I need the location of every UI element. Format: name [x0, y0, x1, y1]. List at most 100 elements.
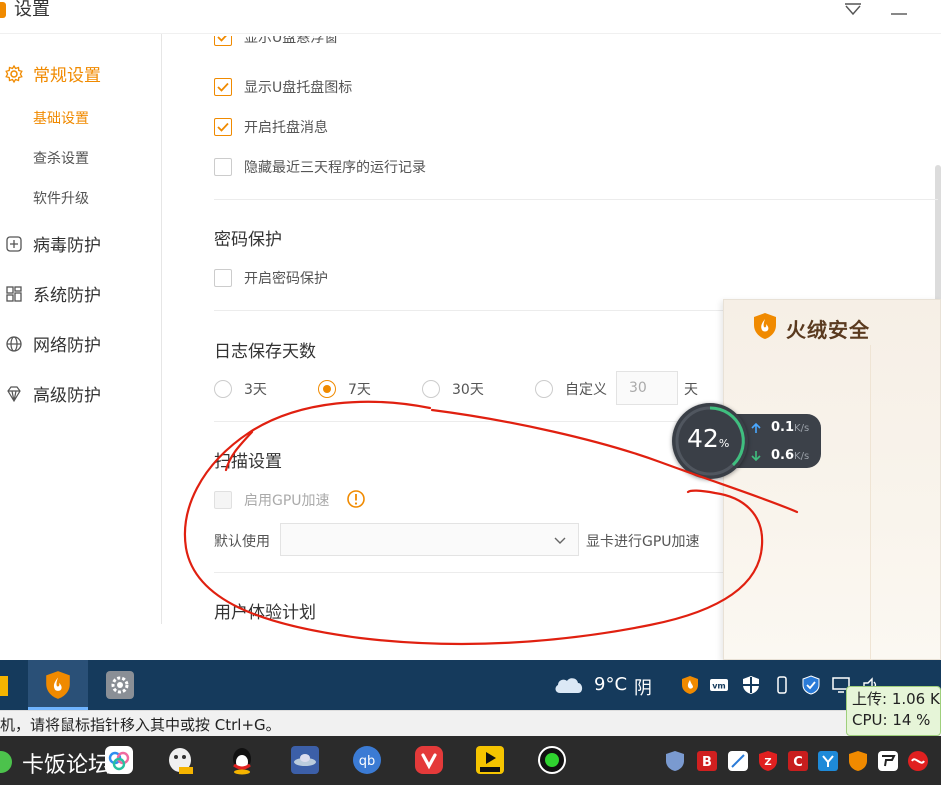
chevron-down-icon — [554, 537, 566, 544]
b-red-tray-icon[interactable]: B — [696, 750, 718, 772]
gpu-suffix-label: 显卡进行GPU加速 — [586, 534, 700, 550]
radio-label: 3天 — [244, 382, 267, 398]
checkbox-tray-message[interactable]: 开启托盘消息 — [214, 117, 328, 137]
globe-icon — [6, 335, 22, 352]
forum-label[interactable]: 卡饭论坛 — [22, 747, 110, 779]
checkbox-box[interactable] — [214, 36, 232, 46]
upload-rate-label: 上传: 1.06 K — [852, 690, 940, 708]
dropdown-menu-icon[interactable] — [838, 0, 868, 22]
svg-text:Z: Z — [764, 757, 771, 768]
sidebar-item-network[interactable]: 网络防护 — [0, 331, 101, 356]
sidebar-item-system[interactable]: 系统防护 — [0, 281, 101, 306]
ufo-app-icon[interactable] — [290, 745, 320, 775]
vivaldi-browser-icon[interactable] — [414, 745, 444, 775]
checkbox-label: 开启密码保护 — [244, 271, 328, 287]
radio-label: 30天 — [452, 382, 484, 398]
custom-days-input[interactable]: 30 — [616, 371, 678, 405]
mouse-app-icon[interactable] — [165, 745, 195, 775]
taskbar-app-settings[interactable] — [92, 660, 152, 710]
taskbar-app-huorong[interactable] — [28, 660, 88, 710]
gpu-select[interactable] — [280, 523, 579, 556]
default-gpu-label: 默认使用 — [214, 534, 270, 550]
sidebar-item-label: 系统防护 — [33, 286, 101, 306]
sidebar-subitem-upgrade[interactable]: 软件升级 — [33, 188, 89, 208]
window-title: 设置 — [14, 0, 50, 20]
sidebar-item-general[interactable]: 常规设置 — [0, 61, 101, 86]
sidebar-subitem-scan[interactable]: 查杀设置 — [33, 148, 89, 168]
section-title-password: 密码保护 — [214, 230, 282, 250]
red-swirl-tray-icon[interactable] — [907, 750, 929, 772]
title-bar: 设置 — [0, 0, 941, 34]
minimize-icon[interactable] — [884, 0, 914, 22]
shield-check-tray-icon[interactable] — [801, 675, 821, 695]
checkbox-box[interactable] — [214, 118, 232, 136]
gear-icon — [5, 64, 23, 83]
checkbox-box[interactable] — [214, 491, 232, 509]
sidebar-subitem-basic[interactable]: 基础设置 — [33, 108, 89, 128]
app-logo-icon — [0, 2, 6, 18]
huorong-tray-icon[interactable] — [680, 675, 700, 695]
sidebar-item-label: 常规设置 — [33, 66, 101, 86]
hint-text: 机，请将鼠标指针移入其中或按 Ctrl+G。 — [0, 716, 281, 734]
radio-30days[interactable]: 30天 — [422, 379, 484, 399]
radio-dot[interactable] — [318, 380, 336, 398]
download-speed: 0.6K/s — [771, 448, 810, 463]
sidebar-item-advanced[interactable]: 高级防护 — [0, 381, 101, 406]
video-player-icon[interactable] — [475, 745, 505, 775]
sidebar-item-label: 网络防护 — [33, 336, 101, 356]
checkbox-box[interactable] — [214, 78, 232, 96]
qq-penguin-icon[interactable] — [227, 745, 257, 775]
radio-custom[interactable]: 自定义 — [535, 379, 607, 399]
sidebar-item-virus[interactable]: 病毒防护 — [0, 231, 101, 256]
radio-label: 自定义 — [565, 382, 607, 398]
usb-tray-icon[interactable] — [772, 675, 792, 695]
download-arrow-icon — [751, 451, 761, 462]
weather-temperature[interactable]: 9°C — [594, 674, 627, 695]
baidu-netdisk-icon[interactable] — [104, 745, 134, 775]
upload-arrow-icon — [751, 422, 761, 433]
qbittorrent-icon[interactable]: qb — [352, 745, 382, 775]
radio-dot[interactable] — [535, 380, 553, 398]
section-title-logs: 日志保存天数 — [214, 342, 316, 362]
warning-icon[interactable] — [346, 489, 366, 509]
svg-text:C: C — [793, 755, 803, 770]
promo-panel[interactable] — [723, 299, 941, 660]
checkbox-password[interactable]: 开启密码保护 — [214, 268, 328, 288]
section-divider — [214, 199, 938, 200]
plus-square-icon — [6, 235, 22, 252]
security-shield-tray-icon[interactable] — [741, 675, 761, 695]
green-record-icon[interactable] — [537, 745, 567, 775]
taskbar-app-partial[interactable] — [0, 660, 10, 710]
settings-gear-icon — [106, 671, 134, 699]
weather-condition[interactable]: 阴 — [634, 674, 652, 700]
c-red-tray-icon[interactable]: C — [787, 750, 809, 772]
svg-text:B: B — [702, 755, 712, 770]
radio-dot[interactable] — [422, 380, 440, 398]
cpu-usage-label: CPU: 14 % — [852, 711, 931, 729]
checkbox-box[interactable] — [214, 269, 232, 287]
feather-tray-icon[interactable] — [727, 750, 749, 772]
grid-icon — [6, 285, 22, 302]
radio-7days[interactable]: 7天 — [318, 379, 371, 399]
y-blue-tray-icon[interactable] — [817, 750, 839, 772]
shield-white-tray-icon[interactable] — [877, 750, 899, 772]
checkbox-box[interactable] — [214, 158, 232, 176]
huorong-small-tray-icon[interactable] — [847, 750, 869, 772]
huorong-logo-icon — [754, 313, 776, 339]
checkbox-label: 隐藏最近三天程序的运行记录 — [244, 160, 426, 176]
radio-label: 7天 — [348, 382, 371, 398]
checkbox-gpu[interactable]: 启用GPU加速 — [214, 490, 330, 510]
vm-tray-icon[interactable]: vm — [709, 675, 729, 695]
checkbox-usb-float[interactable]: 显示U盘悬浮窗 — [214, 36, 338, 50]
checkbox-usb-tray[interactable]: 显示U盘托盘图标 — [214, 77, 352, 97]
radio-dot[interactable] — [214, 380, 232, 398]
radio-3days[interactable]: 3天 — [214, 379, 267, 399]
section-title-scan: 扫描设置 — [214, 452, 282, 472]
checkbox-hide-history[interactable]: 隐藏最近三天程序的运行记录 — [214, 157, 426, 177]
svg-text:qb: qb — [359, 754, 376, 769]
checkbox-label: 启用GPU加速 — [244, 493, 330, 509]
huorong-shield-icon — [46, 671, 70, 699]
z-shield-tray-icon[interactable]: Z — [757, 750, 779, 772]
shield-blue-tray-icon[interactable] — [664, 750, 686, 772]
cloud-weather-icon — [555, 678, 583, 693]
